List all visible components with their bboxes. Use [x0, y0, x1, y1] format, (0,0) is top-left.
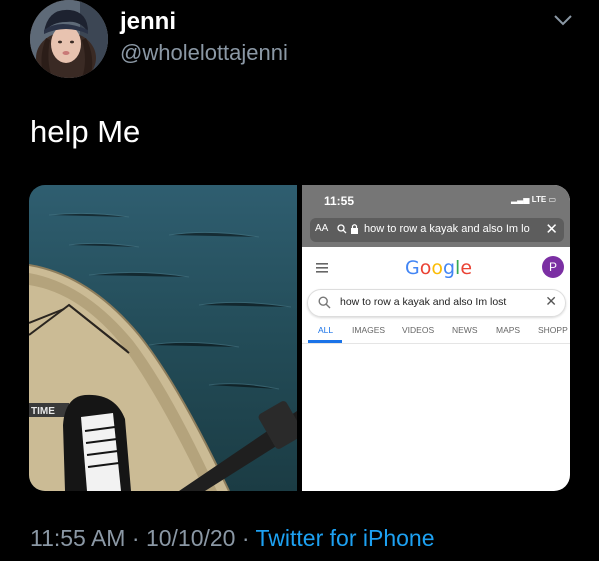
chevron-down-icon[interactable] [552, 12, 574, 28]
browser-url-bar[interactable]: AA how to row a kayak and also Im lo ✕ [310, 218, 564, 242]
signal-bars-icon: ▂▃▅ [510, 195, 530, 204]
search-query[interactable]: how to row a kayak and also Im lost [340, 296, 506, 308]
kayak-brand-text: TIME [31, 406, 55, 417]
phone-status-area: 11:55 ▂▃▅ LTE ▭ AA how to row a kayak an… [302, 185, 570, 247]
tweet-media[interactable]: TIME 11:55 ▂▃▅ LTE ▭ AA how to row a kay… [29, 185, 570, 491]
avatar[interactable] [30, 0, 108, 78]
lock-icon [351, 224, 358, 234]
avatar-image [30, 0, 108, 78]
status-signal: ▂▃▅ LTE ▭ [511, 195, 556, 204]
google-screenshot[interactable]: 11:55 ▂▃▅ LTE ▭ AA how to row a kayak an… [302, 185, 570, 491]
tweet-date[interactable]: 10/10/20 [146, 525, 236, 551]
search-icon [337, 224, 347, 234]
profile-avatar[interactable]: P [542, 256, 564, 278]
active-tab-indicator [308, 340, 342, 343]
tweet-text: help Me [30, 114, 141, 149]
tab-videos[interactable]: VIDEOS [402, 325, 434, 335]
google-logo-text: Google [405, 257, 473, 279]
hamburger-menu-icon[interactable] [316, 263, 328, 273]
display-name[interactable]: jenni [120, 8, 176, 36]
tab-news[interactable]: NEWS [452, 325, 478, 335]
status-time: 11:55 [324, 194, 355, 208]
tab-all[interactable]: ALL [318, 325, 333, 335]
kayak-photo[interactable]: TIME [29, 185, 304, 491]
battery-icon: ▭ [548, 195, 556, 204]
kayak-photo-image: TIME [29, 185, 304, 491]
network-label: LTE [531, 195, 547, 204]
search-input[interactable]: how to row a kayak and also Im lost ✕ [307, 289, 566, 317]
meta-separator: · [241, 525, 250, 551]
search-icon [318, 296, 331, 309]
tab-maps[interactable]: MAPS [496, 325, 520, 335]
tab-shopping[interactable]: SHOPP [538, 325, 568, 335]
search-tabs: ALL IMAGES VIDEOS NEWS MAPS SHOPP [302, 321, 570, 344]
user-handle[interactable]: @wholelottajenni [120, 40, 288, 66]
clear-search-icon[interactable]: ✕ [545, 293, 557, 310]
tab-images[interactable]: IMAGES [352, 325, 385, 335]
tweet-time[interactable]: 11:55 AM [30, 525, 125, 551]
tweet-source-link[interactable]: Twitter for iPhone [256, 525, 435, 551]
reader-aa-button[interactable]: AA [315, 223, 328, 234]
tweet-meta: 11:55 AM · 10/10/20 · Twitter for iPhone [30, 525, 434, 552]
meta-separator: · [131, 525, 140, 551]
url-text[interactable]: how to row a kayak and also Im lo [364, 223, 539, 235]
google-logo[interactable]: Google [405, 257, 472, 279]
close-icon[interactable]: ✕ [545, 220, 558, 238]
